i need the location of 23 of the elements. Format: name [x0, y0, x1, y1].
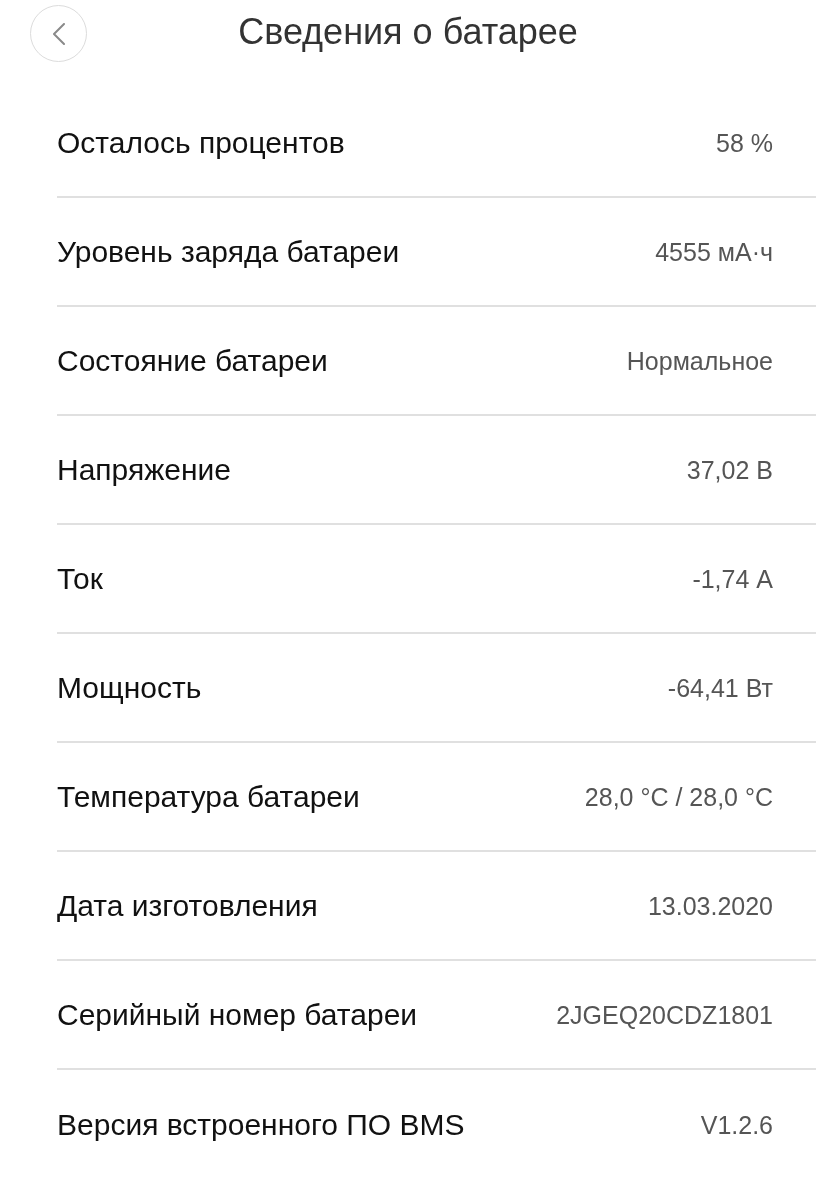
- row-label: Напряжение: [57, 451, 231, 488]
- row-value: 58 %: [716, 127, 773, 158]
- row-value: 13.03.2020: [647, 890, 773, 921]
- row-value: V1.2.6: [700, 1109, 773, 1140]
- row-label: Серийный номер батареи: [57, 996, 418, 1033]
- row-label: Ток: [57, 560, 103, 597]
- row-value: -64,41 Вт: [667, 672, 773, 703]
- row-label: Температура батареи: [57, 778, 360, 815]
- row-value: -1,74 А: [692, 563, 773, 594]
- row-value: Нормальное: [626, 345, 773, 376]
- back-button[interactable]: [30, 5, 87, 62]
- row-value: 28,0 °C / 28,0 °C: [584, 781, 773, 812]
- row-label: Уровень заряда батареи: [57, 233, 400, 270]
- page-title: Сведения о батарее: [238, 9, 578, 54]
- row-value: 4555 мА·ч: [655, 236, 773, 267]
- row-label: Мощность: [57, 669, 202, 706]
- row-value: 37,02 В: [686, 454, 773, 485]
- row-label: Версия встроенного ПО BMS: [57, 1106, 465, 1143]
- row-value: 2JGEQ20CDZ1801: [556, 999, 773, 1030]
- row-label: Осталось процентов: [57, 124, 345, 161]
- chevron-left-icon: [52, 22, 65, 45]
- row-label: Состояние батареи: [57, 342, 328, 379]
- row-label: Дата изготовления: [57, 887, 318, 924]
